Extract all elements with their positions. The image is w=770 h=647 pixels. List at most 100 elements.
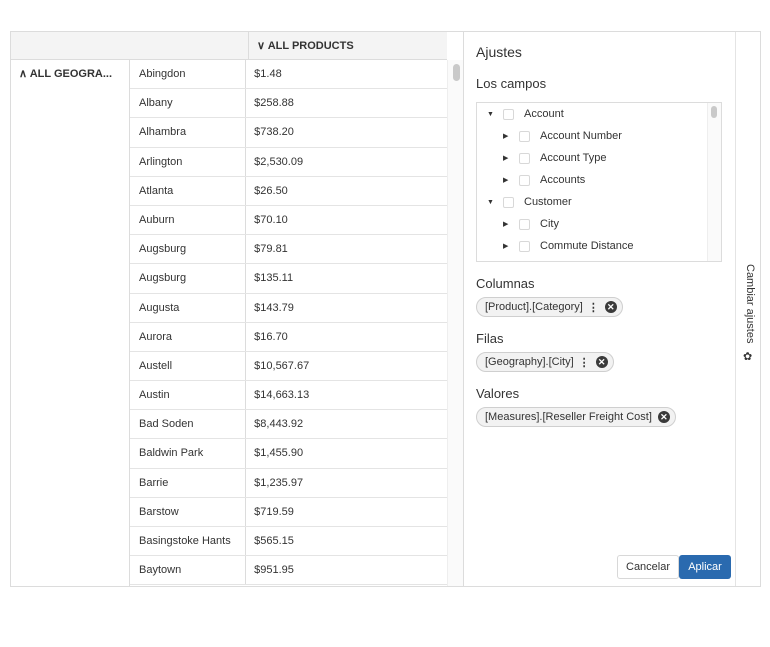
- checkbox[interactable]: [503, 196, 514, 208]
- table-row: Austin $14,663.13: [130, 381, 447, 411]
- tree-node-label: Accounts: [540, 174, 586, 186]
- table-row: Baldwin Park $1,455.90: [130, 439, 447, 469]
- value-cell: $1,235.97: [254, 476, 304, 489]
- checkbox[interactable]: [519, 130, 530, 142]
- caret-down-icon[interactable]: ▼: [487, 199, 497, 206]
- row-header-all-geography[interactable]: ∧ ALL GEOGRA...: [11, 60, 130, 586]
- settings-title: Ajustes: [476, 44, 522, 60]
- column-header-all-products[interactable]: ∨ ALL PRODUCTS: [249, 32, 447, 60]
- value-cell: $738.20: [254, 126, 294, 139]
- city-cell: Barstow: [130, 497, 247, 526]
- value-cell: $8,443.92: [254, 418, 304, 431]
- remove-icon[interactable]: ✕: [604, 301, 617, 313]
- value-cell: $1.48: [254, 68, 282, 80]
- table-row: Austell $10,567.67: [130, 351, 447, 382]
- pivot-widget: ∨ ALL PRODUCTS ∧ ALL GEOGRA... Abingdon $…: [10, 31, 761, 587]
- values-chip[interactable]: [Measures].[Reseller Freight Cost] ✕: [476, 407, 676, 427]
- value-cell: $1,455.90: [254, 447, 304, 460]
- table-row: Augusta $143.79: [130, 293, 447, 323]
- more-vertical-icon[interactable]: ⋮: [588, 301, 599, 314]
- tree-node-city[interactable]: ▶ City: [503, 214, 559, 234]
- toggle-settings-bar[interactable]: Cambiar ajustes ✿: [735, 32, 760, 586]
- value-cell: $719.59: [254, 505, 294, 518]
- values-title: Valores: [476, 386, 520, 401]
- tree-node-commute-distance[interactable]: ▶ Commute Distance: [503, 236, 634, 256]
- tree-node-account[interactable]: ▼ Account: [487, 104, 564, 124]
- tree-node-customer[interactable]: ▼ Customer: [487, 192, 572, 212]
- checkbox[interactable]: [503, 108, 514, 120]
- scrollbar-thumb[interactable]: [453, 64, 460, 81]
- tree-scrollbar[interactable]: [707, 103, 721, 261]
- gear-icon[interactable]: ✿: [743, 350, 752, 363]
- tree-node-label: Commute Distance: [540, 240, 634, 252]
- tree-node-label: Account Number: [540, 130, 622, 142]
- chip-label: [Geography].[City]: [485, 356, 574, 368]
- table-row: Barstow $719.59: [130, 497, 447, 527]
- scrollbar-thumb[interactable]: [711, 106, 717, 118]
- checkbox[interactable]: [519, 240, 530, 252]
- city-cell: Augsburg: [130, 264, 247, 293]
- toggle-settings-button[interactable]: Cambiar ajustes ✿: [741, 264, 757, 364]
- city-cell: Augsburg: [130, 235, 247, 264]
- city-cell: Alhambra: [130, 118, 247, 147]
- toggle-settings-label: Cambiar ajustes: [744, 264, 756, 344]
- caret-right-icon[interactable]: ▶: [503, 132, 513, 140]
- value-cell: $16.70: [254, 330, 288, 343]
- tree-node-label: Customer: [524, 196, 572, 208]
- value-cell: $14,663.13: [254, 389, 310, 402]
- tree-node-label: City: [540, 218, 559, 230]
- caret-right-icon[interactable]: ▶: [503, 154, 513, 162]
- tree-node-account-type[interactable]: ▶ Account Type: [503, 148, 606, 168]
- tree-node-label: Account: [524, 108, 564, 120]
- value-cell: $951.95: [254, 564, 294, 577]
- chevron-down-icon: ∨: [257, 40, 266, 52]
- columns-chip[interactable]: [Product].[Category] ⋮ ✕: [476, 297, 623, 317]
- table-row: Atlanta $26.50: [130, 176, 447, 206]
- caret-right-icon[interactable]: ▶: [503, 242, 513, 250]
- chevron-up-icon: ∧: [19, 68, 28, 80]
- row-header-label: ALL GEOGRA...: [29, 68, 113, 80]
- city-cell: Augusta: [130, 293, 247, 322]
- table-row: Augsburg $135.11: [130, 264, 447, 294]
- rows-chip[interactable]: [Geography].[City] ⋮ ✕: [476, 352, 614, 372]
- table-row: Bad Soden $8,443.92: [130, 410, 447, 440]
- city-cell: Auburn: [130, 205, 247, 235]
- city-cell: Arlington: [130, 147, 247, 176]
- tree-node-accounts[interactable]: ▶ Accounts: [503, 170, 585, 190]
- chip-label: [Product].[Category]: [485, 301, 583, 313]
- grid-rows: Abingdon $1.48 Albany $258.88 Alhambra $738…: [130, 60, 447, 586]
- remove-icon[interactable]: ✕: [595, 356, 608, 368]
- caret-down-icon[interactable]: ▼: [487, 111, 497, 118]
- value-cell: $26.50: [254, 184, 288, 197]
- table-row: Abingdon $1.48: [130, 60, 447, 90]
- value-cell: $258.88: [254, 97, 294, 110]
- city-cell: Bad Soden: [130, 410, 247, 439]
- city-cell: Basingstoke Hants: [130, 527, 247, 556]
- checkbox[interactable]: [519, 152, 530, 164]
- cancel-button[interactable]: Cancelar: [617, 555, 680, 579]
- fields-title: Los campos: [476, 76, 547, 91]
- checkbox[interactable]: [519, 174, 530, 186]
- columns-title: Columnas: [476, 276, 535, 291]
- city-cell: Atlanta: [130, 176, 247, 205]
- value-cell: $79.81: [254, 243, 288, 256]
- column-header-label: ALL PRODUCTS: [267, 40, 354, 52]
- rows-title: Filas: [476, 331, 504, 346]
- value-cell: $135.11: [254, 272, 294, 285]
- apply-button[interactable]: Aplicar: [679, 555, 731, 579]
- caret-right-icon[interactable]: ▶: [503, 176, 513, 184]
- grid-vertical-scrollbar[interactable]: [447, 60, 463, 586]
- checkbox[interactable]: [519, 218, 530, 230]
- value-cell: $10,567.67: [254, 359, 310, 372]
- table-row: Baytown $951.95: [130, 556, 447, 586]
- remove-icon[interactable]: ✕: [657, 411, 670, 423]
- grid-corner: [11, 32, 249, 60]
- table-row: Auburn $70.10: [130, 205, 447, 236]
- table-row: Barrie $1,235.97: [130, 468, 447, 498]
- more-vertical-icon[interactable]: ⋮: [579, 356, 590, 369]
- tree-node-account-number[interactable]: ▶ Account Number: [503, 126, 622, 146]
- city-cell: Baldwin Park: [130, 439, 247, 468]
- city-cell: Albany: [130, 89, 247, 118]
- caret-right-icon[interactable]: ▶: [503, 220, 513, 228]
- table-row: Augsburg $79.81: [130, 235, 447, 265]
